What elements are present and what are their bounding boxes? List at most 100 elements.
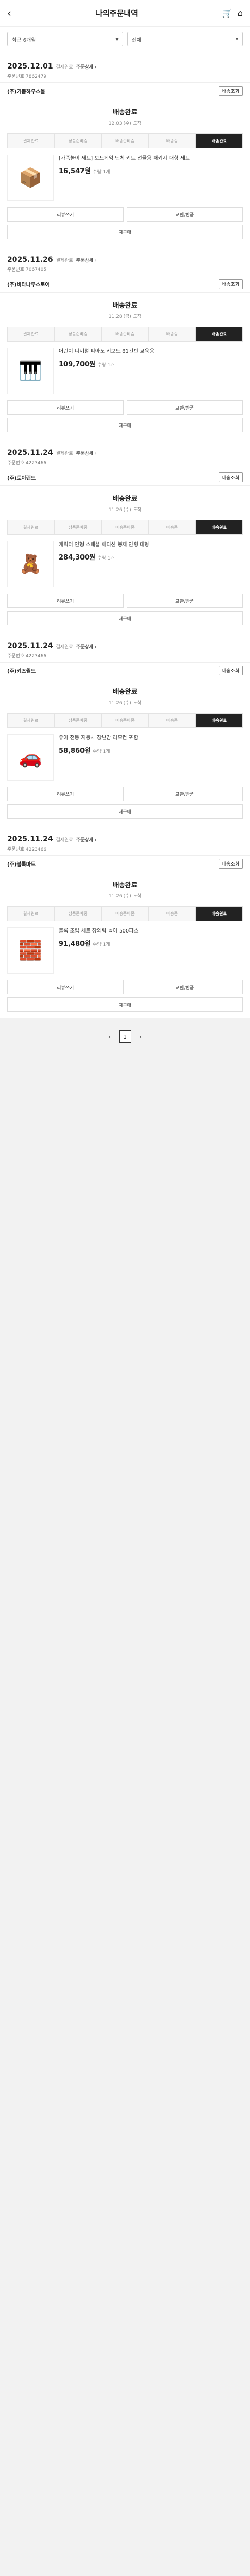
tracking-button[interactable]: 배송조회 — [218, 86, 243, 96]
order-item[interactable]: 🧸 캐릭터 인형 스페셜 에디션 봉제 인형 대형 284,300원 수량 1개 — [0, 535, 250, 594]
pagination: ‹ 1 › — [0, 1018, 250, 1055]
order-state: 결제완료 — [56, 451, 73, 456]
reorder-button[interactable]: 재구매 — [7, 804, 243, 819]
period-select[interactable]: 최근 6개월 ▾ — [7, 32, 123, 46]
step-2: 배송준비중 — [101, 713, 149, 728]
product-price: 58,860원 — [59, 747, 91, 755]
page-title: 나의주문내역 — [95, 9, 138, 18]
step-3: 배송중 — [148, 327, 196, 342]
order-card: 2025.11.24 결제완료 주문상세 › 주문번호 4223466 (주)블록마… — [0, 829, 250, 1018]
review-button[interactable]: 리뷰쓰기 — [7, 980, 124, 994]
back-icon[interactable]: ‹ — [7, 7, 11, 20]
order-item[interactable]: 🎹 어린이 디지털 피아노 키보드 61건반 교육용 109,700원 수량 1개 — [0, 342, 250, 400]
product-image[interactable]: 🎹 — [7, 348, 54, 394]
return-button[interactable]: 교환/반품 — [126, 594, 243, 608]
step-4: 배송완료 — [195, 520, 243, 535]
tracking-button[interactable]: 배송조회 — [218, 279, 243, 289]
store-name[interactable]: (주)토이랜드 — [7, 473, 36, 481]
order-item[interactable]: 🚗 유아 전동 자동차 장난감 리모컨 포함 58,860원 수량 1개 — [0, 728, 250, 787]
order-item[interactable]: 🧱 블록 조립 세트 창의력 놀이 500피스 91,480원 수량 1개 — [0, 921, 250, 980]
order-number: 주문번호 4223466 — [7, 654, 47, 659]
step-0: 결제완료 — [7, 906, 55, 921]
reorder-button[interactable]: 재구매 — [7, 418, 243, 432]
order-detail-link[interactable]: 주문상세 › — [76, 838, 97, 843]
step-4: 배송완료 — [195, 327, 243, 342]
order-date: 2025.12.01 — [7, 62, 53, 71]
reorder-button[interactable]: 재구매 — [7, 225, 243, 239]
product-image[interactable]: 🧱 — [7, 927, 54, 974]
product-name[interactable]: 어린이 디지털 피아노 키보드 61건반 교육용 — [59, 348, 243, 355]
order-number: 주문번호 7862479 — [7, 74, 47, 79]
store-row: (주)기쁨하우스몰 배송조회 — [0, 82, 250, 99]
review-button[interactable]: 리뷰쓰기 — [7, 400, 124, 415]
reorder-button[interactable]: 재구매 — [7, 997, 243, 1012]
store-row: (주)블록마트 배송조회 — [0, 855, 250, 872]
delivery-status: 배송완료 — [112, 688, 138, 696]
step-3: 배송중 — [148, 133, 196, 148]
order-detail-link[interactable]: 주문상세 › — [76, 258, 97, 263]
store-row: (주)비타나무스토어 배송조회 — [0, 276, 250, 293]
delivery-status: 배송완료 — [112, 109, 138, 116]
product-name[interactable]: 캐릭터 인형 스페셜 에디션 봉제 인형 대형 — [59, 541, 243, 549]
step-3: 배송중 — [148, 906, 196, 921]
return-button[interactable]: 교환/반품 — [126, 207, 243, 222]
step-1: 상품준비중 — [54, 133, 102, 148]
product-price: 284,300원 — [59, 554, 96, 562]
order-item[interactable]: 📦 [가족놀이 세트] 보드게임 단체 키트 선물용 패키지 대형 세트 16,… — [0, 148, 250, 207]
progress-steps: 결제완료 상품준비중 배송준비중 배송중 배송완료 — [7, 906, 243, 921]
delivery-date: 11.26 (수) 도착 — [108, 894, 142, 899]
delivery-status: 배송완료 — [112, 495, 138, 503]
order-date: 2025.11.26 — [7, 256, 53, 264]
product-price: 91,480원 — [59, 940, 91, 948]
progress-steps: 결제완료 상품준비중 배송준비중 배송중 배송완료 — [7, 327, 243, 342]
order-detail-link[interactable]: 주문상세 › — [76, 65, 97, 70]
step-3: 배송중 — [148, 713, 196, 728]
tracking-button[interactable]: 배송조회 — [218, 472, 243, 482]
order-state: 결제완료 — [56, 645, 73, 650]
order-detail-link[interactable]: 주문상세 › — [76, 451, 97, 456]
step-3: 배송중 — [148, 520, 196, 535]
step-1: 상품준비중 — [54, 906, 102, 921]
return-button[interactable]: 교환/반품 — [126, 400, 243, 415]
product-image[interactable]: 🚗 — [7, 734, 54, 781]
prev-page-button[interactable]: ‹ — [108, 1033, 110, 1040]
product-name[interactable]: 유아 전동 자동차 장난감 리모컨 포함 — [59, 734, 243, 742]
store-name[interactable]: (주)블록마트 — [7, 860, 36, 868]
step-2: 배송준비중 — [101, 133, 149, 148]
step-4: 배송완료 — [195, 713, 243, 728]
product-price: 109,700원 — [59, 361, 96, 368]
step-4: 배송완료 — [195, 906, 243, 921]
review-button[interactable]: 리뷰쓰기 — [7, 787, 124, 801]
tracking-button[interactable]: 배송조회 — [218, 666, 243, 675]
progress-steps: 결제완료 상품준비중 배송준비중 배송중 배송완료 — [7, 520, 243, 535]
product-name[interactable]: [가족놀이 세트] 보드게임 단체 키트 선물용 패키지 대형 세트 — [59, 155, 243, 162]
product-name[interactable]: 블록 조립 세트 창의력 놀이 500피스 — [59, 927, 243, 935]
next-page-button[interactable]: › — [140, 1033, 142, 1040]
order-detail-link[interactable]: 주문상세 › — [76, 645, 97, 650]
order-number: 주문번호 4223466 — [7, 461, 47, 466]
reorder-button[interactable]: 재구매 — [7, 611, 243, 625]
store-name[interactable]: (주)키즈월드 — [7, 667, 36, 674]
review-button[interactable]: 리뷰쓰기 — [7, 594, 124, 608]
step-0: 결제완료 — [7, 713, 55, 728]
store-name[interactable]: (주)비타나무스토어 — [7, 280, 50, 288]
current-page[interactable]: 1 — [119, 1030, 131, 1043]
product-qty: 수량 1개 — [93, 170, 110, 175]
product-image[interactable]: 🧸 — [7, 541, 54, 587]
home-icon[interactable]: ⌂ — [238, 8, 243, 18]
review-button[interactable]: 리뷰쓰기 — [7, 207, 124, 222]
return-button[interactable]: 교환/반품 — [126, 980, 243, 994]
order-number: 주문번호 7067405 — [7, 267, 47, 273]
delivery-status: 배송완료 — [112, 882, 138, 889]
type-select[interactable]: 전체 ▾ — [127, 32, 243, 46]
order-date: 2025.11.24 — [7, 449, 53, 457]
store-name[interactable]: (주)기쁨하우스몰 — [7, 87, 45, 95]
delivery-date: 11.28 (금) 도착 — [108, 314, 142, 319]
filter-bar: 최근 6개월 ▾ 전체 ▾ — [0, 27, 250, 52]
step-4: 배송완료 — [195, 133, 243, 148]
return-button[interactable]: 교환/반품 — [126, 787, 243, 801]
product-image[interactable]: 📦 — [7, 155, 54, 201]
cart-icon[interactable]: 🛒 — [222, 8, 232, 18]
chevron-down-icon: ▾ — [115, 36, 119, 42]
tracking-button[interactable]: 배송조회 — [218, 859, 243, 869]
